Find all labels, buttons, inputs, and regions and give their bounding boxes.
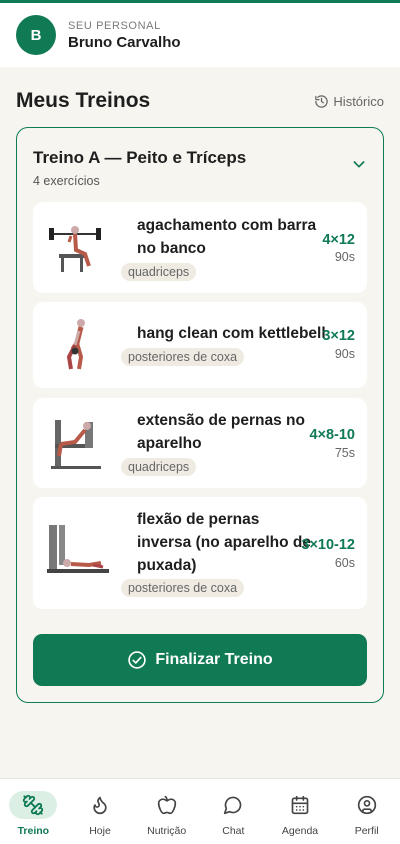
chevron-down-icon[interactable] [351,156,367,177]
nav-item-agenda[interactable]: Agenda [267,779,334,844]
muscle-tag: quadriceps [121,458,197,476]
bottom-navigation: Treino Hoje Nutrição Chat Agenda Perfil [0,778,400,844]
history-link[interactable]: Histórico [314,94,384,109]
nav-item-chat[interactable]: Chat [200,779,267,844]
exercise-card[interactable]: flexão de pernas inversa (no aparelho de… [33,497,367,609]
nav-label: Perfil [354,825,379,837]
trainer-role-label: SEU PERSONAL [68,19,161,32]
exercise-card[interactable]: agachamento com barra no banco quadricep… [33,202,367,293]
nav-item-nutricao[interactable]: Nutrição [133,779,200,844]
nav-label: Treino [17,825,50,837]
exercise-name: extensão de pernas no aparelho [137,412,305,452]
leg-curl-figure-icon [47,525,109,573]
exercise-count: 4 exercícios [33,174,100,188]
exercise-rest: 75s [334,446,355,460]
nav-item-perfil[interactable]: Perfil [333,779,400,844]
nav-item-hoje[interactable]: Hoje [67,779,134,844]
trainer-avatar[interactable]: B [16,15,56,55]
muscle-tag: posteriores de coxa [121,579,245,597]
trainer-header: B SEU PERSONAL Bruno Carvalho [0,3,400,67]
exercise-sets: 4×12 [322,232,355,248]
history-icon [315,94,329,108]
trainer-name: Bruno Carvalho [68,33,181,51]
trainer-info: SEU PERSONAL Bruno Carvalho [68,20,181,51]
exercise-name: flexão de pernas inversa (no aparelho de… [137,511,311,574]
exercise-rest: 60s [334,556,355,570]
exercise-sets: 3×12 [322,328,355,344]
page-title: Meus Treinos [16,89,151,112]
title-row: Meus Treinos Histórico [0,86,400,116]
dumbbell-icon [9,791,58,819]
nav-label: Hoje [89,825,111,837]
exercise-card[interactable]: hang clean com kettlebell posteriores de… [33,302,367,388]
exercise-name: hang clean com kettlebell [137,325,326,342]
workout-name: Treino A — Peito e Tríceps [33,148,247,167]
nav-label: Chat [222,825,245,837]
kettlebell-figure-icon [66,319,85,370]
exercise-rest: 90s [334,250,355,264]
history-label: Histórico [333,93,384,109]
workout-card: Treino A — Peito e Tríceps 4 exercícios … [16,127,384,703]
finish-workout-button[interactable]: Finalizar Treino [33,634,367,686]
finish-workout-label: Finalizar Treino [155,651,273,668]
muscle-tag: quadriceps [121,263,197,281]
flame-icon [76,791,124,819]
squat-figure-icon [49,226,101,272]
nav-label: Nutrição [147,825,187,837]
check-circle-icon [128,651,147,669]
exercise-sets: 4×8-10 [309,427,355,443]
chat-bubble-icon [209,791,257,819]
calendar-icon [276,791,324,819]
apple-icon [143,791,191,819]
muscle-tag: posteriores de coxa [121,348,245,366]
exercise-name: agachamento com barra no banco [137,217,317,257]
nav-label: Agenda [281,825,319,837]
nav-item-treino[interactable]: Treino [0,779,67,844]
workout-header[interactable]: Treino A — Peito e Tríceps 4 exercícios [17,128,383,202]
profile-icon [343,791,391,819]
exercise-rest: 90s [334,347,355,361]
leg-extension-figure-icon [51,420,101,469]
exercise-card[interactable]: extensão de pernas no aparelho quadricep… [33,398,367,488]
exercise-sets: 3×10-12 [301,537,355,553]
